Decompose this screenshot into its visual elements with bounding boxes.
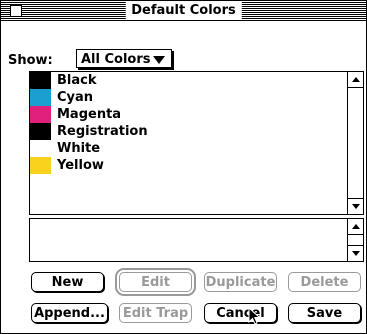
- mouse-pointer-icon: [248, 307, 261, 325]
- color-item-black[interactable]: Black: [30, 72, 348, 89]
- color-item-magenta[interactable]: Magenta: [30, 106, 348, 123]
- edit-button[interactable]: Edit: [115, 268, 196, 296]
- arrow-down-icon: [352, 251, 360, 256]
- close-box[interactable]: [10, 5, 22, 17]
- color-name: Yellow: [57, 158, 104, 173]
- append-button[interactable]: Append...: [31, 303, 108, 323]
- color-name: Black: [57, 73, 97, 88]
- chevron-down-icon: [153, 56, 165, 64]
- color-swatch: [30, 89, 51, 106]
- scroll-up-arrow[interactable]: [348, 219, 363, 235]
- new-button[interactable]: New: [31, 272, 104, 292]
- scroll-down-arrow[interactable]: [348, 198, 363, 214]
- arrow-down-icon: [352, 204, 360, 209]
- window-title: Default Colors: [125, 2, 242, 19]
- arrow-up-icon: [352, 224, 360, 229]
- save-button[interactable]: Save: [288, 303, 361, 323]
- scroll-up-arrow[interactable]: [348, 72, 363, 88]
- color-name: Cyan: [57, 90, 94, 105]
- color-swatch: [30, 140, 51, 157]
- cancel-button[interactable]: Cancel: [204, 303, 277, 323]
- color-info-box: [29, 218, 364, 262]
- show-popup-menu[interactable]: All Colors: [76, 49, 172, 68]
- color-swatch: [30, 106, 51, 123]
- show-label: Show:: [8, 53, 53, 68]
- color-list-body: Black Cyan Magenta Registration White Ye…: [30, 72, 348, 214]
- duplicate-button[interactable]: Duplicate: [204, 272, 277, 292]
- color-item-registration[interactable]: Registration: [30, 123, 348, 140]
- color-item-cyan[interactable]: Cyan: [30, 89, 348, 106]
- color-name: Registration: [57, 124, 148, 139]
- color-list[interactable]: Black Cyan Magenta Registration White Ye…: [29, 71, 364, 215]
- show-popup-value: All Colors: [81, 52, 151, 67]
- color-name: Magenta: [57, 107, 122, 122]
- edit-trap-button[interactable]: Edit Trap: [119, 303, 192, 323]
- color-name: White: [57, 141, 101, 156]
- color-swatch: [30, 157, 51, 174]
- color-swatch: [30, 123, 51, 140]
- color-swatch: [30, 72, 51, 89]
- delete-button[interactable]: Delete: [288, 272, 361, 292]
- scroll-down-arrow[interactable]: [348, 245, 363, 261]
- color-item-yellow[interactable]: Yellow: [30, 157, 348, 174]
- color-list-scrollbar[interactable]: [347, 72, 363, 214]
- arrow-up-icon: [352, 77, 360, 82]
- color-item-white[interactable]: White: [30, 140, 348, 157]
- title-bar[interactable]: Default Colors: [1, 1, 366, 21]
- default-colors-dialog: Default Colors Show: All Colors Black Cy…: [0, 0, 367, 334]
- info-scrollbar[interactable]: [347, 219, 363, 261]
